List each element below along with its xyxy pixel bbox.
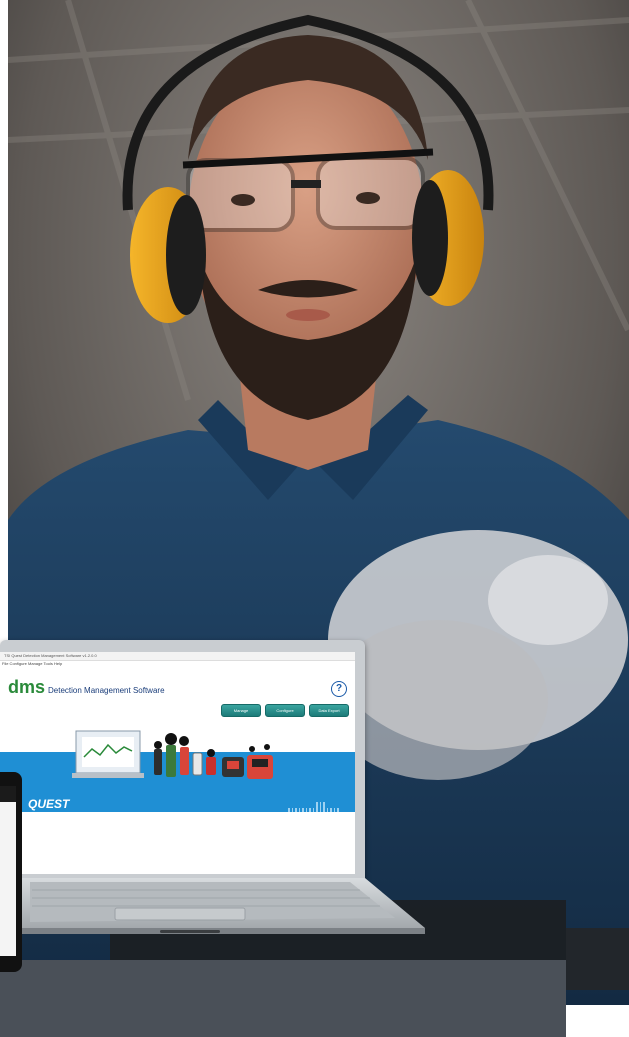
software-button-row: Manage Configure Data Export	[221, 704, 349, 717]
laptop-lid: TSI Quest Detection Management Software …	[0, 640, 365, 880]
quest-brand: QUEST	[28, 797, 70, 811]
phone-header	[0, 786, 16, 802]
phone-screen	[0, 786, 16, 956]
dms-logo: dms	[8, 677, 46, 697]
menu-bar: File Configure Manage Tools Help	[2, 661, 63, 666]
grey-footer-bar	[0, 960, 566, 1037]
laptop: TSI Quest Detection Management Software …	[0, 640, 425, 945]
data-export-button[interactable]: Data Export	[309, 704, 349, 717]
smartphone	[0, 772, 22, 972]
product-name: Detection Management Software	[48, 686, 165, 695]
signal-bars	[288, 802, 339, 812]
help-icon[interactable]: ?	[331, 681, 347, 697]
configure-button[interactable]: Configure	[265, 704, 305, 717]
software-brand: dms Detection Management Software	[8, 678, 165, 696]
laptop-keyboard-base	[20, 878, 425, 934]
dark-overlay-band-right	[566, 928, 629, 990]
devices-illustration	[72, 730, 273, 779]
window-title: TSI Quest Detection Management Software …	[0, 652, 355, 661]
manage-button[interactable]: Manage	[221, 704, 261, 717]
laptop-screen: TSI Quest Detection Management Software …	[0, 652, 355, 874]
